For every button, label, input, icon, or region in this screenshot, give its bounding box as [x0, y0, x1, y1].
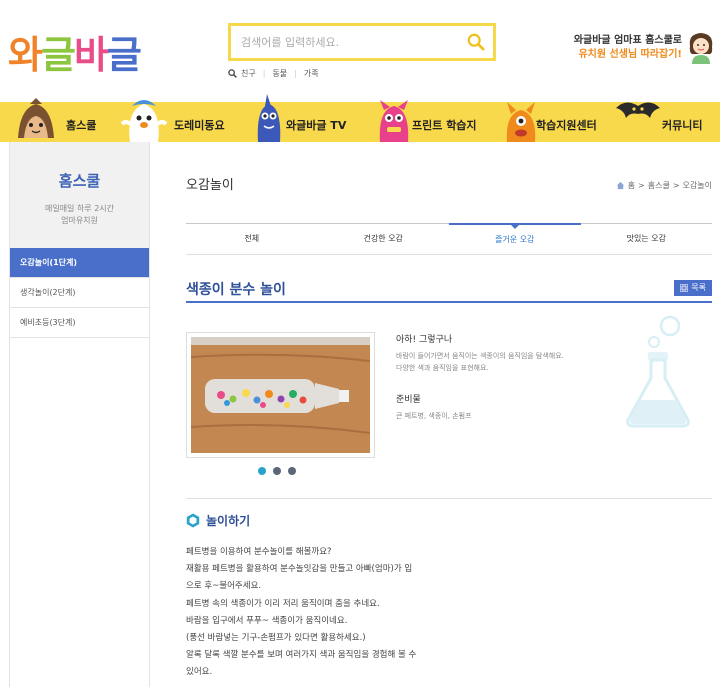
carousel-dots — [258, 467, 296, 475]
nav-label: 학습지원센터 — [536, 119, 597, 132]
title-divider — [186, 301, 712, 303]
materials-heading: 준비물 — [396, 395, 421, 405]
sidebar-menu: 오감놀이(1단계) 생각놀이(2단계) 예비초등(3단계) — [10, 248, 149, 338]
nav-item-learning-center[interactable]: 학습지원센터 — [498, 102, 614, 142]
tab-label: 맛있는 오감 — [626, 234, 666, 243]
sidebar-item-stage3[interactable]: 예비초등(3단계) — [10, 308, 149, 338]
nav-item-homeschool[interactable]: 홈스쿨 — [0, 98, 118, 142]
blue-monster-icon — [257, 94, 281, 142]
body-line: 재활용 페트병을 활용하여 분수놀잇감을 만들고 아빠(엄마)가 입 — [186, 564, 413, 575]
section-divider — [186, 498, 712, 499]
search-box — [228, 23, 496, 61]
site-header: 와글바글 친구 | 동물 | 가족 와글바글 엄마표 홈스쿨로 유치원 선생님 … — [0, 0, 720, 100]
promo-line-1: 와글바글 엄마표 홈스쿨로 — [573, 35, 682, 46]
body-line: 알록 달록 색깔 분수를 보며 여러가지 색과 움직임을 경험해 볼 수 — [186, 650, 417, 661]
site-logo[interactable]: 와글바글 — [8, 24, 142, 79]
keyword-link[interactable]: 동물 — [272, 68, 287, 79]
nav-item-songs[interactable]: 도레미동요 — [118, 100, 244, 142]
page-title: 오감놀이 — [186, 178, 234, 193]
breadcrumb-item[interactable]: 오감놀이 — [683, 180, 712, 191]
promo-banner[interactable]: 와글바글 엄마표 홈스쿨로 유치원 선생님 따라잡기! — [574, 34, 682, 62]
active-caret-icon — [509, 224, 520, 229]
breadcrumb-item[interactable]: 홈스쿨 — [648, 180, 670, 191]
tab-label: 즐거운 오감 — [495, 235, 535, 244]
breadcrumb-separator: > — [672, 181, 680, 190]
nav-label: 도레미동요 — [174, 119, 225, 132]
breadcrumb-separator: > — [638, 181, 645, 190]
info-line: 바람이 들어가면서 움직이는 색종이의 움직임을 탐색해요. — [396, 352, 564, 360]
tab-label: 전체 — [244, 234, 260, 243]
divider: | — [294, 69, 297, 78]
popular-keywords: 친구 | 동물 | 가족 — [228, 68, 319, 79]
tab-healthy[interactable]: 건강한 오감 — [318, 224, 450, 254]
keyword-link[interactable]: 가족 — [304, 68, 319, 79]
tab-all[interactable]: 전체 — [186, 224, 318, 254]
tab-label: 건강한 오감 — [363, 234, 403, 243]
sidebar-desc-line: 엄마유치원 — [61, 216, 98, 225]
activity-photo-frame — [186, 332, 375, 458]
bat-character-icon — [616, 102, 660, 118]
list-button-label: 목록 — [691, 283, 706, 292]
search-icon — [228, 69, 237, 78]
nav-label: 커뮤니티 — [662, 119, 703, 132]
nav-label: 홈스쿨 — [66, 119, 97, 132]
pink-monster-icon — [379, 100, 409, 142]
nav-item-tv[interactable]: 와글바글 TV — [244, 94, 368, 142]
sidebar-description: 매일매일 하루 2시간 엄마유치원 — [10, 203, 149, 227]
info-heading: 아하! 그렇구나 — [396, 335, 453, 345]
body-line: 페트병 속의 색종이가 이리 저리 움직이며 춤을 추네요. — [186, 598, 380, 609]
grid-list-icon — [680, 284, 689, 292]
tab-fun[interactable]: 즐거운 오감 — [449, 223, 581, 254]
hedgehog-character-icon — [18, 98, 54, 138]
body-line: 으로 후~불어주세요. — [186, 581, 262, 592]
flask-decoration-icon — [626, 315, 690, 428]
bottle-fountain-photo — [190, 337, 371, 453]
body-line: (풍선 바람넣는 기구-손펌프가 있다면 활용하세요.) — [186, 633, 366, 644]
carousel-dot[interactable] — [273, 467, 281, 475]
home-icon — [616, 181, 624, 190]
sidebar-desc-line: 매일매일 하루 2시간 — [44, 204, 115, 213]
info-text: 바람이 들어가면서 움직이는 색종이의 움직임을 탐색해요. 다양한 색과 움직… — [396, 350, 626, 374]
body-line: 바람을 입구에서 푸푸~ 색종이가 움직이네요. — [186, 615, 348, 626]
nav-label: 프린트 학습지 — [412, 119, 477, 132]
search-input[interactable] — [231, 26, 451, 58]
logo-char: 글 — [40, 33, 76, 77]
sidebar: 홈스쿨 매일매일 하루 2시간 엄마유치원 오감놀이(1단계) 생각놀이(2단계… — [9, 142, 150, 687]
keyword-link[interactable]: 친구 — [241, 68, 256, 79]
carousel-dot[interactable] — [258, 467, 266, 475]
section-heading: 놀이하기 — [186, 512, 250, 529]
nav-item-worksheets[interactable]: 프린트 학습지 — [368, 100, 498, 142]
breadcrumb-item[interactable]: 홈 — [628, 180, 635, 191]
materials-text: 큰 페트병, 색종이, 손펌프 — [396, 412, 472, 420]
logo-char: 바 — [73, 33, 109, 77]
activity-title: 색종이 분수 놀이 — [186, 282, 286, 298]
breadcrumb: 홈 > 홈스쿨 > 오감놀이 — [616, 180, 712, 191]
sidebar-item-stage1[interactable]: 오감놀이(1단계) — [10, 248, 149, 278]
activity-info: 아하! 그렇구나 바람이 들어가면서 움직이는 색종이의 움직임을 탐색해요. … — [396, 332, 626, 422]
body-line: 페트병을 이용하여 분수놀이를 해볼까요? — [186, 547, 332, 557]
info-line: 다양한 색과 움직임을 표현해요. — [396, 364, 489, 372]
main-nav: 홈스쿨 도레미동요 와글바글 TV 프린트 학습지 학습지원센터 커뮤니티 — [0, 94, 720, 142]
search-icon[interactable] — [467, 33, 485, 51]
nav-label: 와글바글 TV — [286, 119, 347, 132]
teacher-avatar-icon — [689, 33, 713, 64]
promo-line-2: 유치원 선생님 따라잡기! — [578, 49, 682, 60]
body-line: 있어요. — [186, 667, 213, 678]
logo-char: 글 — [106, 33, 142, 77]
sidebar-item-stage2[interactable]: 생각놀이(2단계) — [10, 278, 149, 308]
sidebar-title: 홈스쿨 — [58, 172, 101, 190]
activity-description: 페트병을 이용하여 분수놀이를 해볼까요? 재활용 페트병을 활용하여 분수놀잇… — [186, 544, 446, 682]
section-title: 놀이하기 — [206, 514, 251, 528]
tab-tasty[interactable]: 맛있는 오감 — [581, 224, 713, 254]
nav-item-community[interactable]: 커뮤니티 — [614, 102, 720, 142]
hexagon-bullet-icon — [186, 513, 200, 528]
divider: | — [262, 69, 266, 78]
logo-char: 와 — [8, 33, 43, 77]
list-button[interactable]: 목록 — [674, 280, 712, 296]
category-tabs: 전체 건강한 오감 즐거운 오감 맛있는 오감 — [186, 223, 712, 255]
sidebar-header: 홈스쿨 매일매일 하루 2시간 엄마유치원 — [10, 142, 149, 248]
ghost-character-icon — [120, 100, 168, 142]
orange-monster-icon — [506, 102, 536, 142]
carousel-dot[interactable] — [288, 467, 296, 475]
